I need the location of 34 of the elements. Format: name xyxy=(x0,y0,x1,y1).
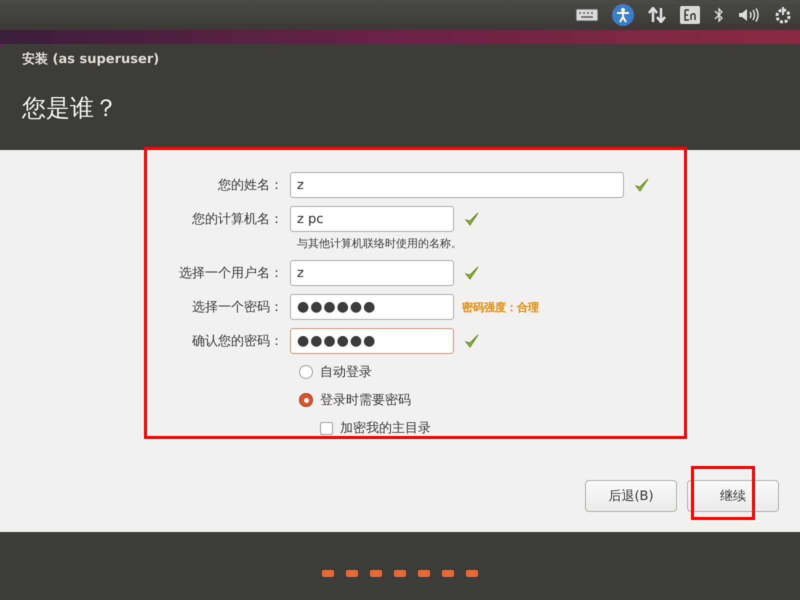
page-heading: 您是谁？ xyxy=(21,93,119,124)
network-arrows-icon[interactable] xyxy=(648,7,666,23)
radio-label: 登录时需要密码 xyxy=(320,392,411,409)
back-button[interactable]: 后退(B) xyxy=(585,480,677,512)
keyboard-icon[interactable] xyxy=(576,9,598,21)
field-label: 选择一个密码： xyxy=(191,299,284,316)
check-icon xyxy=(464,333,480,349)
bluetooth-icon[interactable] xyxy=(714,7,724,23)
check-icon xyxy=(634,177,650,193)
power-gear-icon[interactable] xyxy=(774,6,792,24)
continue-button[interactable]: 继续 xyxy=(687,480,779,512)
password-strength: 密码强度：合理 xyxy=(462,300,539,314)
field-label: 选择一个用户名： xyxy=(178,265,284,282)
field-label: 确认您的密码： xyxy=(191,333,284,350)
radio-label: 自动登录 xyxy=(320,364,372,381)
radio-button[interactable] xyxy=(299,365,313,379)
field-label: 您的计算机名： xyxy=(191,211,284,228)
field-label: 您的姓名： xyxy=(217,177,284,194)
volume-icon[interactable] xyxy=(738,8,760,22)
keyboard-layout-icon[interactable] xyxy=(680,6,700,24)
field-hint: 与其他计算机联络时使用的名称。 xyxy=(297,236,463,252)
checkbox-label: 加密我的主目录 xyxy=(340,420,431,437)
window-title: 安装 (as superuser) xyxy=(21,50,160,69)
annotation-frame xyxy=(691,466,755,520)
check-icon xyxy=(464,211,480,227)
checkbox[interactable] xyxy=(320,422,333,434)
input-field[interactable]: z pc xyxy=(290,206,454,232)
password-field[interactable]: ●●●●●● xyxy=(290,328,454,354)
input-field[interactable]: z xyxy=(290,260,454,286)
check-icon xyxy=(464,265,480,281)
radio-button[interactable] xyxy=(299,393,313,407)
accessibility-icon[interactable] xyxy=(612,4,634,26)
password-field[interactable]: ●●●●●● xyxy=(290,294,454,320)
input-field[interactable]: z xyxy=(290,172,624,198)
